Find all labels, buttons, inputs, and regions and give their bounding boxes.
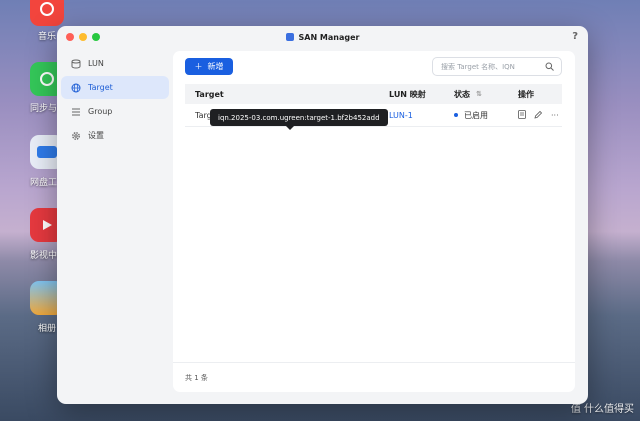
title-bar: SAN Manager ? — [57, 26, 588, 48]
search-placeholder: 搜索 Target 名称、IQN — [441, 62, 515, 71]
sort-icon[interactable]: ⇅ — [476, 90, 482, 98]
photos-app-label: 相册 — [38, 324, 57, 334]
sidebar-item-label: Target — [88, 83, 113, 92]
column-header-target[interactable]: Target — [195, 84, 224, 104]
globe-icon — [71, 83, 81, 93]
help-icon[interactable]: ? — [572, 31, 578, 42]
sidebar-item-lun[interactable]: LUN — [61, 52, 169, 75]
total-count: 共 1 条 — [185, 373, 208, 382]
list-icon — [71, 107, 81, 117]
sidebar-item-label: Group — [88, 107, 113, 116]
column-header-actions: 操作 — [518, 89, 534, 99]
column-header-status[interactable]: 状态 ⇅ — [454, 84, 482, 104]
table-header: Target LUN 映射 状态 ⇅ 操作 — [185, 84, 562, 104]
close-window-button[interactable] — [66, 33, 74, 41]
minimize-window-button[interactable] — [79, 33, 87, 41]
sidebar-item-target[interactable]: Target — [61, 76, 169, 99]
search-icon[interactable] — [545, 62, 554, 73]
music-app-label: 音乐 — [38, 32, 57, 42]
status-header-label: 状态 — [454, 89, 470, 99]
sidebar-item-group[interactable]: Group — [61, 100, 169, 123]
column-header-lun-mapping[interactable]: LUN 映射 — [389, 84, 426, 104]
san-manager-icon — [285, 33, 294, 41]
details-icon[interactable] — [518, 109, 526, 121]
database-icon — [71, 59, 81, 69]
window-controls — [66, 33, 100, 41]
sidebar-item-settings[interactable]: 设置 — [61, 124, 169, 147]
add-button-label: 新增 — [207, 62, 224, 71]
status-dot-icon — [454, 113, 458, 117]
sidebar-item-label: LUN — [88, 59, 104, 68]
music-app-icon[interactable] — [30, 0, 64, 26]
edit-icon[interactable] — [534, 110, 543, 121]
status-badge: 已启用 — [454, 104, 488, 126]
window-title: SAN Manager — [298, 32, 360, 42]
status-text: 已启用 — [464, 110, 488, 120]
gear-icon — [71, 131, 81, 141]
sidebar-item-label: 设置 — [88, 131, 104, 140]
table-footer: 共 1 条 — [173, 362, 575, 392]
row-actions: ··· — [518, 104, 559, 126]
iqn-tooltip: iqn.2025-03.com.ugreen:target-1.bf2b452a… — [210, 109, 388, 130]
add-target-button[interactable]: ＋ 新增 — [185, 58, 233, 75]
cloud-drive-app-label: 网盘工 — [30, 178, 58, 188]
san-manager-window: SAN Manager ? LUN Target Group 设置 ＋ 新增 搜… — [57, 26, 588, 404]
main-panel: ＋ 新增 搜索 Target 名称、IQN Target LUN 映射 状态 ⇅… — [173, 51, 575, 392]
zoom-window-button[interactable] — [92, 33, 100, 41]
more-icon[interactable]: ··· — [551, 111, 559, 120]
search-input[interactable]: 搜索 Target 名称、IQN — [432, 57, 562, 76]
plus-icon: ＋ — [194, 62, 203, 71]
lun-mapping-link[interactable]: LUN-1 — [389, 104, 413, 126]
sidebar: LUN Target Group 设置 — [57, 48, 173, 404]
